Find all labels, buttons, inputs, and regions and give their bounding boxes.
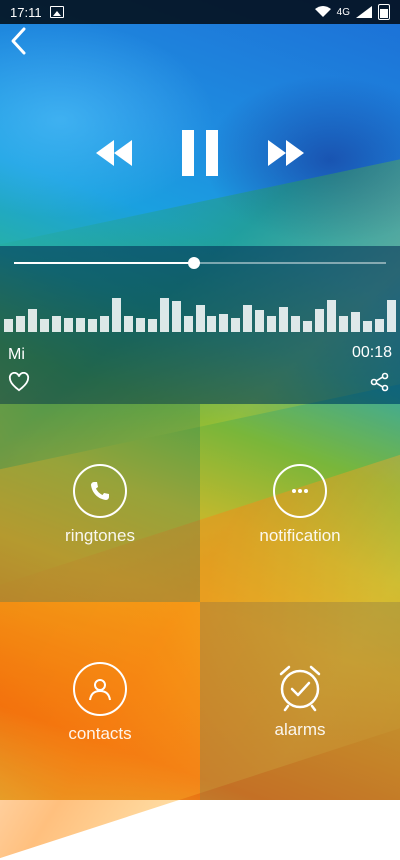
- battery-icon: [378, 4, 390, 20]
- waveform-bar: [363, 321, 373, 332]
- waveform-bar: [231, 318, 241, 332]
- status-time: 17:11: [10, 4, 42, 20]
- waveform-bar: [279, 307, 289, 332]
- waveform-bar: [111, 298, 121, 332]
- waveform: [4, 296, 396, 332]
- waveform-bar: [87, 319, 97, 332]
- tile-alarms[interactable]: alarms: [200, 602, 400, 800]
- waveform-bar: [123, 316, 133, 332]
- tile-label: contacts: [68, 724, 132, 743]
- waveform-bar: [351, 312, 361, 332]
- tile-notification[interactable]: notification: [200, 404, 400, 602]
- tile-label: notification: [259, 526, 341, 545]
- waveform-bar: [99, 316, 109, 332]
- wifi-icon: [314, 6, 331, 18]
- elapsed-time: 00:18: [351, 344, 392, 361]
- pause-icon[interactable]: [182, 129, 218, 176]
- seek-progress: [14, 262, 195, 264]
- waveform-bar: [219, 314, 229, 332]
- waveform-bar: [147, 319, 157, 332]
- alarm-clock-icon: [275, 662, 325, 712]
- back-icon[interactable]: [8, 26, 30, 56]
- playback-controls: [0, 125, 400, 180]
- image-notification-icon: [49, 6, 64, 18]
- waveform-bar: [135, 318, 145, 332]
- fast-forward-icon[interactable]: [266, 138, 306, 168]
- waveform-bar: [15, 316, 25, 332]
- heart-icon[interactable]: [8, 371, 30, 392]
- waveform-bar: [243, 305, 253, 332]
- waveform-bar: [159, 298, 169, 332]
- tile-contacts[interactable]: contacts: [0, 602, 200, 800]
- waveform-bar: [255, 310, 265, 332]
- share-icon[interactable]: [370, 372, 390, 392]
- status-bar: 17:11 4G: [0, 0, 400, 24]
- waveform-bar: [339, 316, 349, 332]
- waveform-bar: [207, 316, 217, 332]
- waveform-bar: [327, 300, 337, 332]
- waveform-bar: [291, 316, 301, 332]
- waveform-bar: [375, 319, 385, 332]
- seek-handle[interactable]: [188, 257, 201, 269]
- waveform-bar: [303, 321, 313, 332]
- waveform-bar: [315, 309, 325, 332]
- tile-label: ringtones: [65, 526, 135, 545]
- waveform-bar: [27, 309, 37, 332]
- network-type: 4G: [336, 6, 350, 18]
- waveform-bar: [195, 305, 205, 332]
- waveform-bar: [63, 318, 73, 332]
- player-panel: Mi 00:18: [0, 246, 400, 404]
- waveform-bar: [4, 319, 13, 332]
- waveform-bar: [387, 300, 396, 332]
- waveform-bar: [183, 316, 193, 332]
- chat-icon: [273, 464, 327, 518]
- cell-signal-icon: [356, 6, 372, 18]
- waveform-bar: [39, 319, 49, 332]
- phone-icon: [73, 464, 127, 518]
- waveform-bar: [51, 316, 61, 332]
- waveform-bar: [75, 318, 85, 332]
- waveform-bar: [171, 301, 181, 332]
- tile-ringtones[interactable]: ringtones: [0, 404, 200, 602]
- song-title: Mi: [8, 346, 25, 363]
- tile-label: alarms: [274, 720, 326, 739]
- seek-bar[interactable]: [14, 257, 386, 269]
- rewind-icon[interactable]: [94, 138, 134, 168]
- person-icon: [73, 662, 127, 716]
- waveform-bar: [267, 316, 277, 332]
